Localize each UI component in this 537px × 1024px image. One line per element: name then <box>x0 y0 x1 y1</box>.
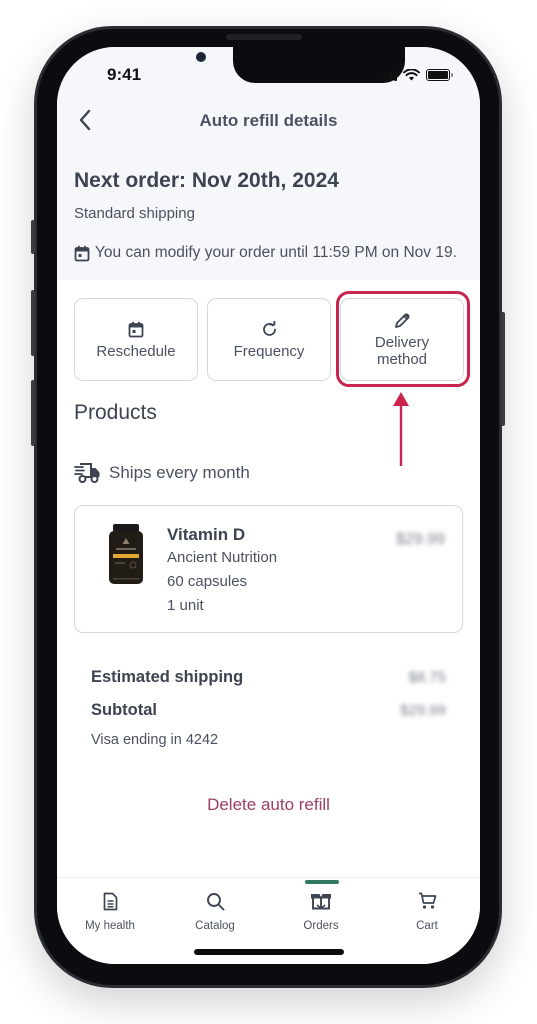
product-quantity: 1 unit <box>167 597 204 614</box>
page-title: Auto refill details <box>199 111 338 130</box>
tab-catalog[interactable]: Catalog <box>170 888 260 932</box>
side-button-volume-down <box>31 380 35 446</box>
front-camera <box>196 52 206 62</box>
subtotal-value: $29.99 <box>400 702 446 719</box>
refresh-icon <box>262 321 276 336</box>
tab-catalog-label: Catalog <box>195 920 235 932</box>
ships-frequency: Ships every month <box>74 462 250 484</box>
products-heading: Products <box>74 401 157 424</box>
delivery-method-label-line1: Delivery <box>374 334 430 351</box>
delivery-method-button[interactable]: Delivery method <box>340 298 464 381</box>
delivery-truck-icon <box>74 463 100 483</box>
box-icon <box>311 893 331 909</box>
tab-my-health[interactable]: My health <box>65 888 155 932</box>
modify-note-text: You can modify your order until 11:59 PM… <box>95 244 457 261</box>
estimated-shipping-label: Estimated shipping <box>91 668 244 686</box>
delete-auto-refill-button[interactable]: Delete auto refill <box>57 795 480 815</box>
payment-method-note: Visa ending in 4242 <box>91 732 219 748</box>
product-name: Vitamin D <box>167 525 246 544</box>
delivery-method-label-line2: method <box>376 351 428 368</box>
tab-my-health-label: My health <box>85 920 135 932</box>
reschedule-button[interactable]: Reschedule <box>74 298 198 381</box>
tab-orders[interactable]: Orders <box>276 888 366 932</box>
status-time: 9:41 <box>107 65 142 84</box>
side-button-silent <box>31 220 35 254</box>
product-size: 60 capsules <box>167 573 248 590</box>
calendar-icon <box>128 321 144 338</box>
document-icon <box>103 892 117 910</box>
wifi-icon <box>403 69 420 81</box>
status-icons <box>379 69 453 81</box>
side-button-volume-up <box>31 290 35 356</box>
screen: 9:41 Auto refill details Next order: Nov… <box>57 47 480 964</box>
speaker-grille <box>226 34 302 40</box>
search-icon <box>206 892 224 910</box>
home-indicator[interactable] <box>194 949 344 955</box>
side-button-power <box>501 312 505 426</box>
tab-cart-label: Cart <box>416 920 438 932</box>
frequency-button[interactable]: Frequency <box>207 298 331 381</box>
ships-every-text: Ships every month <box>109 463 250 482</box>
tab-orders-label: Orders <box>303 920 339 932</box>
subtotal-label: Subtotal <box>91 701 157 719</box>
action-buttons: Reschedule Frequency Delivery method <box>74 298 464 381</box>
product-card[interactable]: Vitamin D Ancient Nutrition 60 capsules … <box>74 505 463 633</box>
product-brand: Ancient Nutrition <box>167 549 278 566</box>
pencil-icon <box>395 313 410 328</box>
signal-icon <box>379 69 397 81</box>
shipping-type: Standard shipping <box>74 205 195 222</box>
product-bottle-image <box>109 524 143 584</box>
active-tab-indicator <box>305 880 339 884</box>
cart-icon <box>418 892 436 909</box>
next-order-date: Next order: Nov 20th, 2024 <box>74 169 339 192</box>
estimated-shipping-value: $8.75 <box>408 669 446 686</box>
frequency-label: Frequency <box>233 342 305 360</box>
tab-cart[interactable]: Cart <box>382 888 472 932</box>
modify-deadline-note: You can modify your order until 11:59 PM… <box>74 244 457 262</box>
calendar-icon <box>74 245 90 261</box>
annotation-arrow-icon <box>393 392 409 466</box>
product-price: $29.99 <box>396 531 445 548</box>
battery-icon <box>426 69 453 81</box>
reschedule-label: Reschedule <box>96 342 176 360</box>
